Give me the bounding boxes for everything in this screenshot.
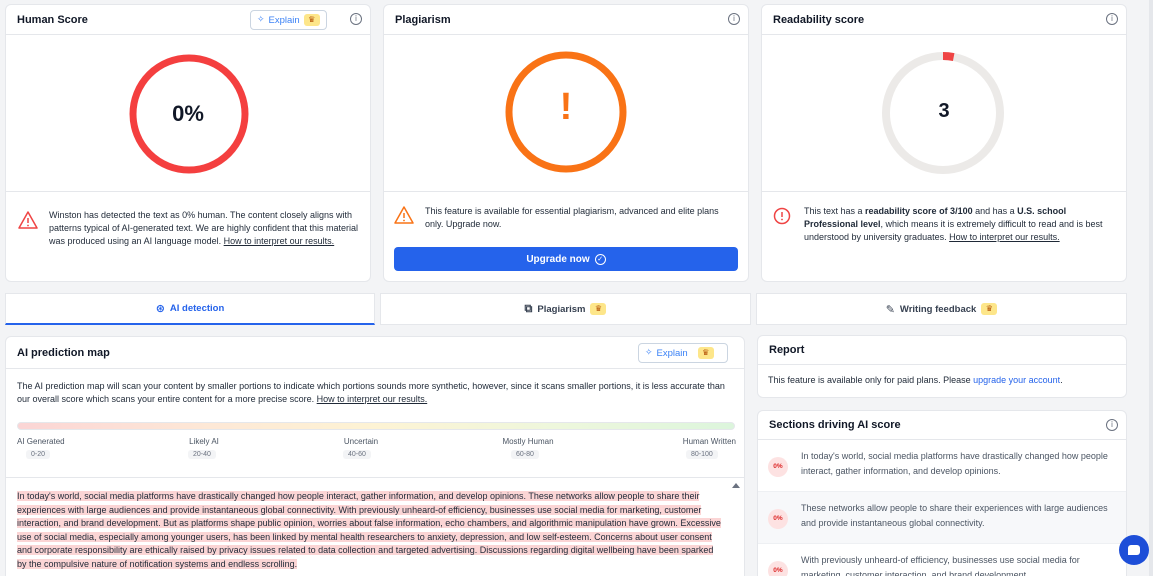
interpret-link[interactable]: How to interpret our results.	[949, 232, 1060, 242]
tab-ai-detection[interactable]: ⊛ AI detection	[5, 293, 375, 325]
crown-icon: ♛	[303, 14, 320, 26]
crown-icon: ♛	[981, 303, 998, 315]
report-card: Report This feature is available only fo…	[757, 335, 1127, 398]
report-message: This feature is available only for paid …	[768, 374, 1118, 387]
explain-label: Explain	[268, 14, 300, 26]
plagiarism-icon: ⧉	[524, 302, 533, 315]
readability-msg-mid: and has a	[972, 206, 1018, 216]
tab-label: Writing feedback	[899, 303, 977, 315]
upgrade-now-button[interactable]: Upgrade now ✓	[394, 247, 738, 271]
page-scrollbar[interactable]	[1149, 0, 1153, 576]
sections-header: Sections driving AI score i	[758, 411, 1126, 440]
readability-title: Readability score	[773, 13, 865, 26]
readability-message: This text has a readability score of 3/1…	[804, 205, 1114, 244]
scale-label-human-written: Human Written	[682, 437, 736, 446]
score-badge: 0%	[768, 561, 788, 576]
plagiarism-message: This feature is available for essential …	[425, 206, 719, 229]
human-score-message: Winston has detected the text as 0% huma…	[49, 209, 361, 248]
crown-icon: ♛	[697, 347, 714, 359]
human-score-header: Human Score ✧ Explain ♛ i	[6, 5, 370, 35]
info-icon[interactable]: i	[1106, 13, 1118, 25]
upgrade-now-label: Upgrade now	[526, 253, 590, 265]
plagiarism-title: Plagiarism	[395, 13, 451, 26]
interpret-link[interactable]: How to interpret our results.	[317, 394, 428, 404]
list-item[interactable]: 0% With previously unheard-of efficiency…	[758, 544, 1126, 576]
readability-msg-bold1: readability score of 3/100	[865, 206, 973, 216]
section-text: With previously unheard-of efficiency, b…	[801, 555, 1080, 576]
scale-range: 80-100	[686, 450, 718, 459]
analyzed-text-area[interactable]: In today's world, social media platforms…	[17, 490, 722, 576]
scale-label-likely-ai: Likely AI	[189, 437, 219, 446]
score-badge: 0%	[768, 457, 788, 477]
sections-card: Sections driving AI score i 0% In today'…	[757, 410, 1127, 576]
human-score-title: Human Score	[17, 13, 88, 26]
prediction-map-description: The AI prediction map will scan your con…	[17, 380, 733, 406]
ai-detection-icon: ⊛	[155, 302, 165, 315]
scale-label-mostly-human: Mostly Human	[502, 437, 554, 446]
scale-range: 20-40	[188, 450, 216, 459]
prediction-map-title: AI prediction map	[17, 346, 110, 359]
prediction-gradient-bar	[17, 422, 735, 430]
human-score-gauge: 0%	[6, 36, 370, 192]
prediction-map-card: AI prediction map ✧ Explain ♛ The AI pre…	[5, 336, 745, 576]
score-badge: 0%	[768, 509, 788, 529]
prediction-map-header: AI prediction map ✧ Explain ♛	[6, 337, 744, 369]
section-text: These networks allow people to share the…	[801, 503, 1108, 528]
scale-range: 40-60	[343, 450, 371, 459]
writing-feedback-icon: ✎	[885, 302, 895, 316]
alert-circle-icon	[773, 207, 791, 225]
report-title: Report	[769, 344, 805, 356]
scale-label-uncertain: Uncertain	[343, 437, 379, 446]
plagiarism-gauge: !	[384, 36, 748, 192]
info-icon[interactable]: i	[728, 13, 740, 25]
chat-bubble-icon	[1128, 545, 1140, 555]
scale-label-ai-generated: AI Generated	[17, 437, 65, 446]
list-item[interactable]: 0% In today's world, social media platfo…	[758, 440, 1126, 492]
report-header: Report	[758, 336, 1126, 365]
readability-gauge: 3	[762, 36, 1126, 192]
tab-writing-feedback[interactable]: ✎ Writing feedback ♛	[756, 293, 1127, 325]
list-item[interactable]: 0% These networks allow people to share …	[758, 492, 1126, 544]
crown-icon: ♛	[590, 303, 607, 315]
scale-range: 60-80	[511, 450, 539, 459]
scroll-up-arrow-icon[interactable]	[732, 483, 740, 488]
readability-msg-pre: This text has a	[804, 206, 866, 216]
human-score-card: Human Score ✧ Explain ♛ i 0% Winston has…	[5, 4, 371, 282]
tab-label: Plagiarism	[537, 303, 586, 315]
human-score-value: 0%	[172, 101, 204, 126]
highlighted-ai-text: In today's world, social media platforms…	[17, 491, 721, 569]
sparkle-icon: ✧	[257, 15, 265, 25]
upgrade-account-link[interactable]: upgrade your account	[973, 375, 1060, 385]
sections-title: Sections driving AI score	[769, 419, 901, 431]
prediction-divider	[6, 477, 744, 478]
warning-icon	[394, 206, 414, 224]
info-icon[interactable]: i	[350, 13, 362, 25]
section-text: In today's world, social media platforms…	[801, 451, 1108, 476]
tab-plagiarism[interactable]: ⧉ Plagiarism ♛	[380, 293, 751, 325]
readability-card: Readability score i 3 This text has a re…	[761, 4, 1127, 282]
explain-button[interactable]: ✧ Explain ♛	[250, 10, 327, 30]
interpret-link[interactable]: How to interpret our results.	[224, 236, 335, 246]
scale-range: 0-20	[26, 450, 51, 459]
readability-header: Readability score i	[762, 5, 1126, 35]
warning-icon	[18, 211, 38, 229]
tab-label: AI detection	[169, 303, 225, 314]
plagiarism-card: Plagiarism i ! This feature is available…	[383, 4, 749, 282]
plagiarism-symbol: !	[559, 86, 573, 128]
explain-button[interactable]: ✧ Explain ♛	[638, 343, 728, 363]
sparkle-icon: ✧	[645, 348, 653, 358]
check-circle-icon: ✓	[594, 253, 606, 265]
report-text-post: .	[1060, 375, 1063, 385]
info-icon[interactable]: i	[1106, 419, 1118, 431]
plagiarism-header: Plagiarism i	[384, 5, 748, 35]
report-text-pre: This feature is available only for paid …	[768, 375, 974, 385]
readability-value: 3	[938, 100, 950, 122]
explain-label: Explain	[656, 347, 688, 359]
chat-button[interactable]	[1119, 535, 1149, 565]
